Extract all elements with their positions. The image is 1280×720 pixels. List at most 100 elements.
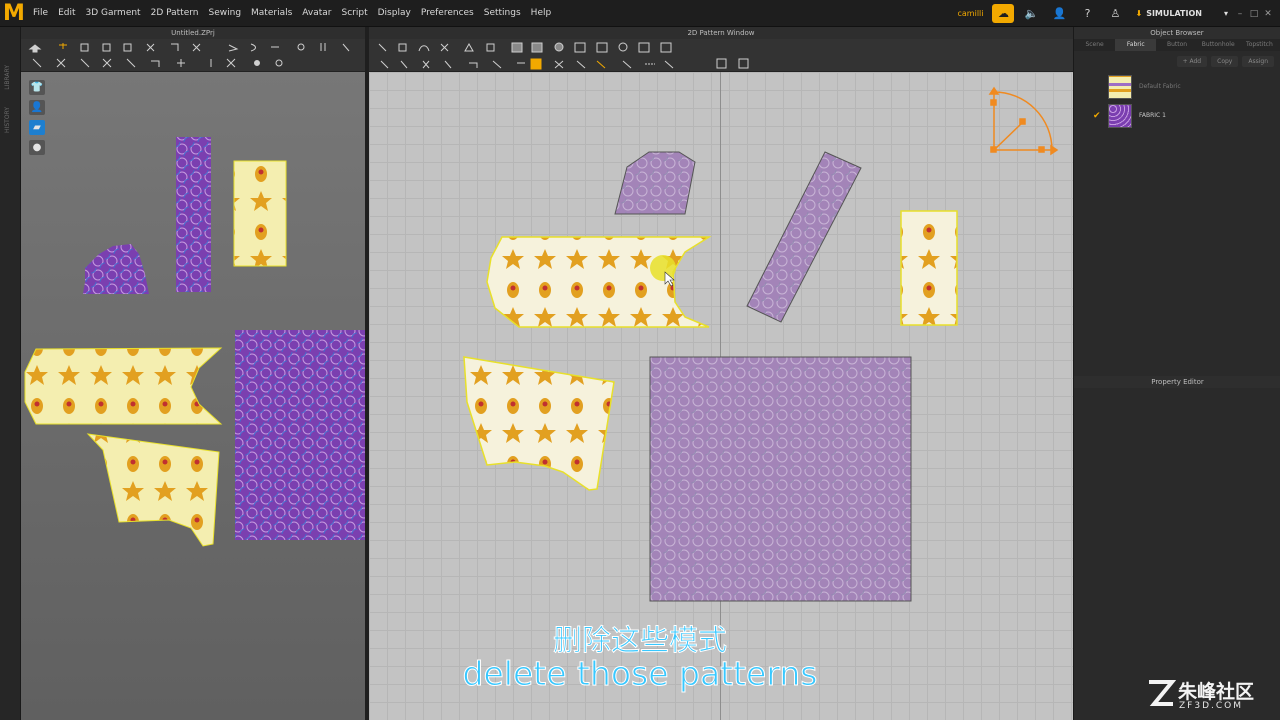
tape-icon	[342, 43, 350, 52]
user-name[interactable]: camilli	[952, 9, 990, 18]
object-browser-panel: Object Browser Scene Fabric Button Buttonho…	[1073, 27, 1280, 720]
3d-pattern-canvas	[24, 137, 365, 547]
close-icon[interactable]: ✕	[1262, 8, 1274, 20]
reset-icon	[80, 58, 90, 68]
maximize-icon[interactable]: □	[1248, 8, 1260, 20]
rotate-icon	[123, 43, 132, 52]
3d-piece-small-shape[interactable]	[83, 244, 149, 294]
measure-icon	[250, 43, 256, 52]
menu-2d-pattern[interactable]: 2D Pattern	[146, 8, 204, 18]
cloud-icon[interactable]: ☁	[992, 4, 1015, 23]
app-window: M File Edit 3D Garment 2D Pattern Sewing Mate…	[0, 0, 1280, 720]
subtitle-english: delete those patterns	[462, 654, 818, 694]
object-browser-title: Object Browser	[1074, 27, 1280, 39]
3d-piece-cuff-star[interactable]	[86, 433, 220, 547]
rectangle-icon	[486, 43, 495, 52]
library-tab[interactable]: LIBRARY	[4, 65, 11, 90]
mode-selector[interactable]: ⬇ SIMULATION ▾	[1129, 9, 1234, 18]
arrange-icon	[177, 59, 185, 67]
fold-angle-icon	[664, 60, 674, 69]
2d-window-title: 2D Pattern Window	[369, 27, 1073, 39]
menu-help[interactable]: Help	[526, 8, 557, 18]
menu-materials[interactable]: Materials	[246, 8, 297, 18]
tab-fabric[interactable]: Fabric	[1115, 39, 1157, 51]
copy-button[interactable]: Copy	[1211, 56, 1239, 67]
dart-icon	[638, 42, 650, 53]
user-icon[interactable]: 👤	[1048, 4, 1070, 23]
internal-rect-2-icon	[596, 42, 608, 53]
tab-topstitch[interactable]: Topstitch	[1239, 39, 1280, 51]
dress-icon[interactable]: ♙	[1104, 4, 1126, 23]
pattern-piece-diagonal[interactable]	[746, 151, 862, 323]
menu-preferences[interactable]: Preferences	[416, 8, 479, 18]
pattern-piece-sleeve[interactable]	[486, 236, 712, 328]
menu-file[interactable]: File	[28, 8, 53, 18]
pattern-piece-large-square[interactable]	[649, 356, 912, 602]
transform-icon	[102, 43, 111, 52]
menu-avatar[interactable]: Avatar	[297, 8, 336, 18]
speaker-icon[interactable]: 🔈	[1020, 4, 1042, 23]
window-controls: – □ ✕	[1234, 8, 1280, 20]
steam-icon	[192, 43, 201, 52]
subtitle-chinese: 删除这些模式	[552, 623, 727, 658]
gizmo-icon[interactable]	[988, 86, 1059, 156]
3d-piece-large-purple[interactable]	[235, 330, 365, 540]
internal-rect-icon	[574, 42, 586, 53]
pattern-piece-star-strip[interactable]	[900, 210, 958, 326]
fabric-item[interactable]: ✔ FABRIC 1	[1074, 101, 1280, 130]
select-mesh-icon	[80, 43, 89, 52]
watermark-sub: ZF3D.COM	[1179, 701, 1243, 711]
seam-tape-icon	[576, 60, 586, 69]
select-move-icon	[28, 44, 42, 53]
line-measure-icon	[320, 43, 326, 51]
menu-display[interactable]: Display	[373, 8, 416, 18]
flatten-icon	[56, 58, 66, 68]
mode-label: SIMULATION	[1146, 9, 1202, 18]
pattern-piece-top[interactable]	[614, 151, 696, 215]
watermark-logo-icon	[1149, 680, 1176, 706]
edit-pattern-icon	[398, 43, 407, 52]
3d-piece-tall-strip[interactable]	[176, 137, 211, 292]
strengthen-icon	[126, 58, 136, 68]
tab-buttonhole[interactable]: Buttonhole	[1198, 39, 1239, 51]
3d-garment-window: Untitled.ZPrj 👕 👤 ▰ ●	[21, 27, 365, 720]
3d-piece-star-strip[interactable]	[233, 160, 287, 267]
property-editor-title: Property Editor	[1074, 376, 1280, 388]
menubar-right: camilli ☁ 🔈 👤 ? ♙ ⬇ SIMULATION ▾ – □ ✕	[952, 0, 1280, 27]
tack-icon	[146, 43, 155, 52]
fabric-name: FABRIC 1	[1139, 112, 1166, 119]
history-tab[interactable]: HISTORY	[4, 107, 11, 133]
object-browser-title-text: Object Browser	[1150, 29, 1204, 37]
menu-sewing[interactable]: Sewing	[204, 8, 247, 18]
tab-button[interactable]: Button	[1156, 39, 1197, 51]
avatar-measure-icon	[297, 43, 305, 51]
side-dock-strip: LIBRARY HISTORY	[0, 27, 21, 720]
add-button[interactable]: + Add	[1176, 56, 1208, 67]
assign-button[interactable]: Assign	[1242, 56, 1274, 67]
3d-piece-sleeve-star[interactable]	[24, 347, 223, 425]
simulation-mode-icon: ⬇	[1135, 9, 1143, 18]
fold-icon	[32, 58, 42, 68]
menu-edit[interactable]: Edit	[53, 8, 80, 18]
fabric-list: Default Fabric ✔ FABRIC 1	[1074, 72, 1280, 130]
fabric-actions: + Add Copy Assign	[1074, 51, 1280, 72]
help-icon[interactable]: ?	[1076, 4, 1098, 23]
menu-script[interactable]: Script	[337, 8, 373, 18]
pattern-piece-cuff[interactable]	[463, 356, 615, 491]
chevron-down-icon: ▾	[1223, 9, 1228, 18]
menu-3d-garment[interactable]: 3D Garment	[81, 8, 146, 18]
fabric-thumbnail	[1108, 74, 1132, 99]
2d-toolbar-icons	[378, 42, 749, 70]
fold-icon-2d	[444, 60, 452, 69]
circle-tool-icon	[554, 42, 564, 52]
menu-bar: M File Edit 3D Garment 2D Pattern Sewing Mate…	[0, 0, 1280, 27]
fabric-item[interactable]: Default Fabric	[1074, 72, 1280, 101]
tab-scene[interactable]: Scene	[1074, 39, 1115, 51]
menu-settings[interactable]: Settings	[479, 8, 526, 18]
segment-stitch-icon	[622, 60, 632, 69]
edit-curvature-icon	[418, 45, 430, 52]
minimize-icon[interactable]: –	[1234, 8, 1246, 20]
rect-tool-icon	[511, 42, 523, 53]
polygon-icon	[464, 42, 474, 52]
3d-viewport[interactable]: 👕 👤 ▰ ●	[21, 72, 365, 720]
